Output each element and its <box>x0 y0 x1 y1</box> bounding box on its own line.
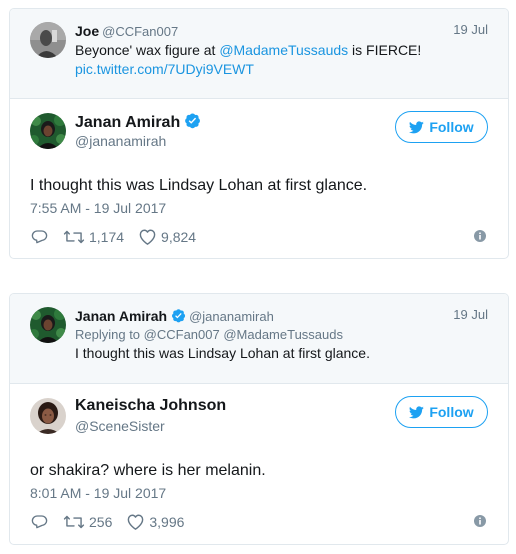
tweet-timestamp[interactable]: 8:01 AM - 19 Jul 2017 <box>30 485 166 501</box>
retweet-count: 256 <box>89 514 113 530</box>
heart-icon <box>128 514 144 530</box>
author-handle[interactable]: @jananamirah <box>189 309 274 324</box>
author-name-text[interactable]: Janan Amirah <box>75 114 180 131</box>
author-name-text[interactable]: Kaneischa Johnson <box>75 397 226 414</box>
like-count: 9,824 <box>161 229 197 245</box>
avatar[interactable] <box>30 22 66 58</box>
author-name[interactable]: Joe <box>75 23 99 39</box>
replying-to: Replying to @CCFan007 @MadameTussauds <box>75 326 488 344</box>
tweet-date[interactable]: 19 Jul <box>453 307 488 322</box>
like-action[interactable]: 9,824 <box>138 228 196 246</box>
tweet-date[interactable]: 19 Jul <box>453 22 488 37</box>
retweet-icon <box>63 515 85 529</box>
embedded-tweet-card: Janan Amirah @jananamirah 19 Jul Replying… <box>9 293 509 545</box>
reply-icon <box>31 230 48 244</box>
author-handle[interactable]: @CCFan007 <box>102 24 178 39</box>
retweet-count: 1,174 <box>89 229 125 245</box>
heart-icon <box>139 229 156 245</box>
quoted-parent-tweet[interactable]: Joe @CCFan007 19 Jul Beyonce' wax figure … <box>10 9 508 99</box>
reply-action[interactable] <box>30 513 49 531</box>
retweet-action[interactable]: 256 <box>63 514 112 530</box>
follow-label[interactable]: Follow <box>429 404 473 420</box>
retweet-action[interactable]: 1,174 <box>63 229 124 245</box>
reply-icon <box>31 515 48 529</box>
author-name[interactable]: Janan Amirah <box>75 112 201 132</box>
embedded-tweet-card: Joe @CCFan007 19 Jul Beyonce' wax figure … <box>9 8 509 259</box>
replying-to-prefix: Replying to <box>75 327 144 342</box>
avatar[interactable] <box>30 307 66 343</box>
verified-icon <box>172 309 186 323</box>
twitter-bird-icon <box>409 405 425 418</box>
avatar[interactable] <box>30 398 66 434</box>
retweet-icon <box>63 230 85 244</box>
author-name[interactable]: Kaneischa Johnson <box>75 397 226 415</box>
like-count: 3,996 <box>149 514 185 530</box>
tweet-text: I thought this was Lindsay Lohan at firs… <box>30 177 368 194</box>
tweet-actions: 256 3,996 <box>30 512 198 532</box>
mention-link[interactable]: @MadameTussauds <box>219 42 348 58</box>
info-icon[interactable] <box>474 515 486 527</box>
author-name[interactable]: Janan Amirah <box>75 308 167 324</box>
tweet-text-part: Beyonce' wax figure at <box>75 42 220 58</box>
tweet-text-part: is FIERCE! <box>348 42 422 58</box>
replying-to-handles[interactable]: @CCFan007 @MadameTussauds <box>144 327 343 342</box>
twitter-bird-icon <box>409 120 425 133</box>
tweet-actions: 1,174 9,824 <box>30 227 210 247</box>
like-action[interactable]: 3,996 <box>126 513 184 531</box>
reply-action[interactable] <box>30 228 49 246</box>
quoted-parent-tweet[interactable]: Janan Amirah @jananamirah 19 Jul Replying… <box>10 294 508 384</box>
tweet-text: I thought this was Lindsay Lohan at firs… <box>75 345 370 361</box>
avatar[interactable] <box>30 113 66 149</box>
tweet-timestamp[interactable]: 7:55 AM - 19 Jul 2017 <box>30 200 166 216</box>
follow-button[interactable]: Follow <box>395 396 488 428</box>
info-icon[interactable] <box>474 230 486 242</box>
author-handle[interactable]: @SceneSister <box>75 418 165 434</box>
verified-icon <box>185 113 201 129</box>
author-handle[interactable]: @jananamirah <box>75 133 166 149</box>
tweet-text: or shakira? where is her melanin. <box>30 462 266 479</box>
follow-button[interactable]: Follow <box>395 111 488 143</box>
follow-label[interactable]: Follow <box>429 119 473 135</box>
media-link[interactable]: pic.twitter.com/7UDyi9VEWT <box>75 61 254 77</box>
tweet-text: Beyonce' wax figure at @MadameTussauds i… <box>75 41 488 60</box>
